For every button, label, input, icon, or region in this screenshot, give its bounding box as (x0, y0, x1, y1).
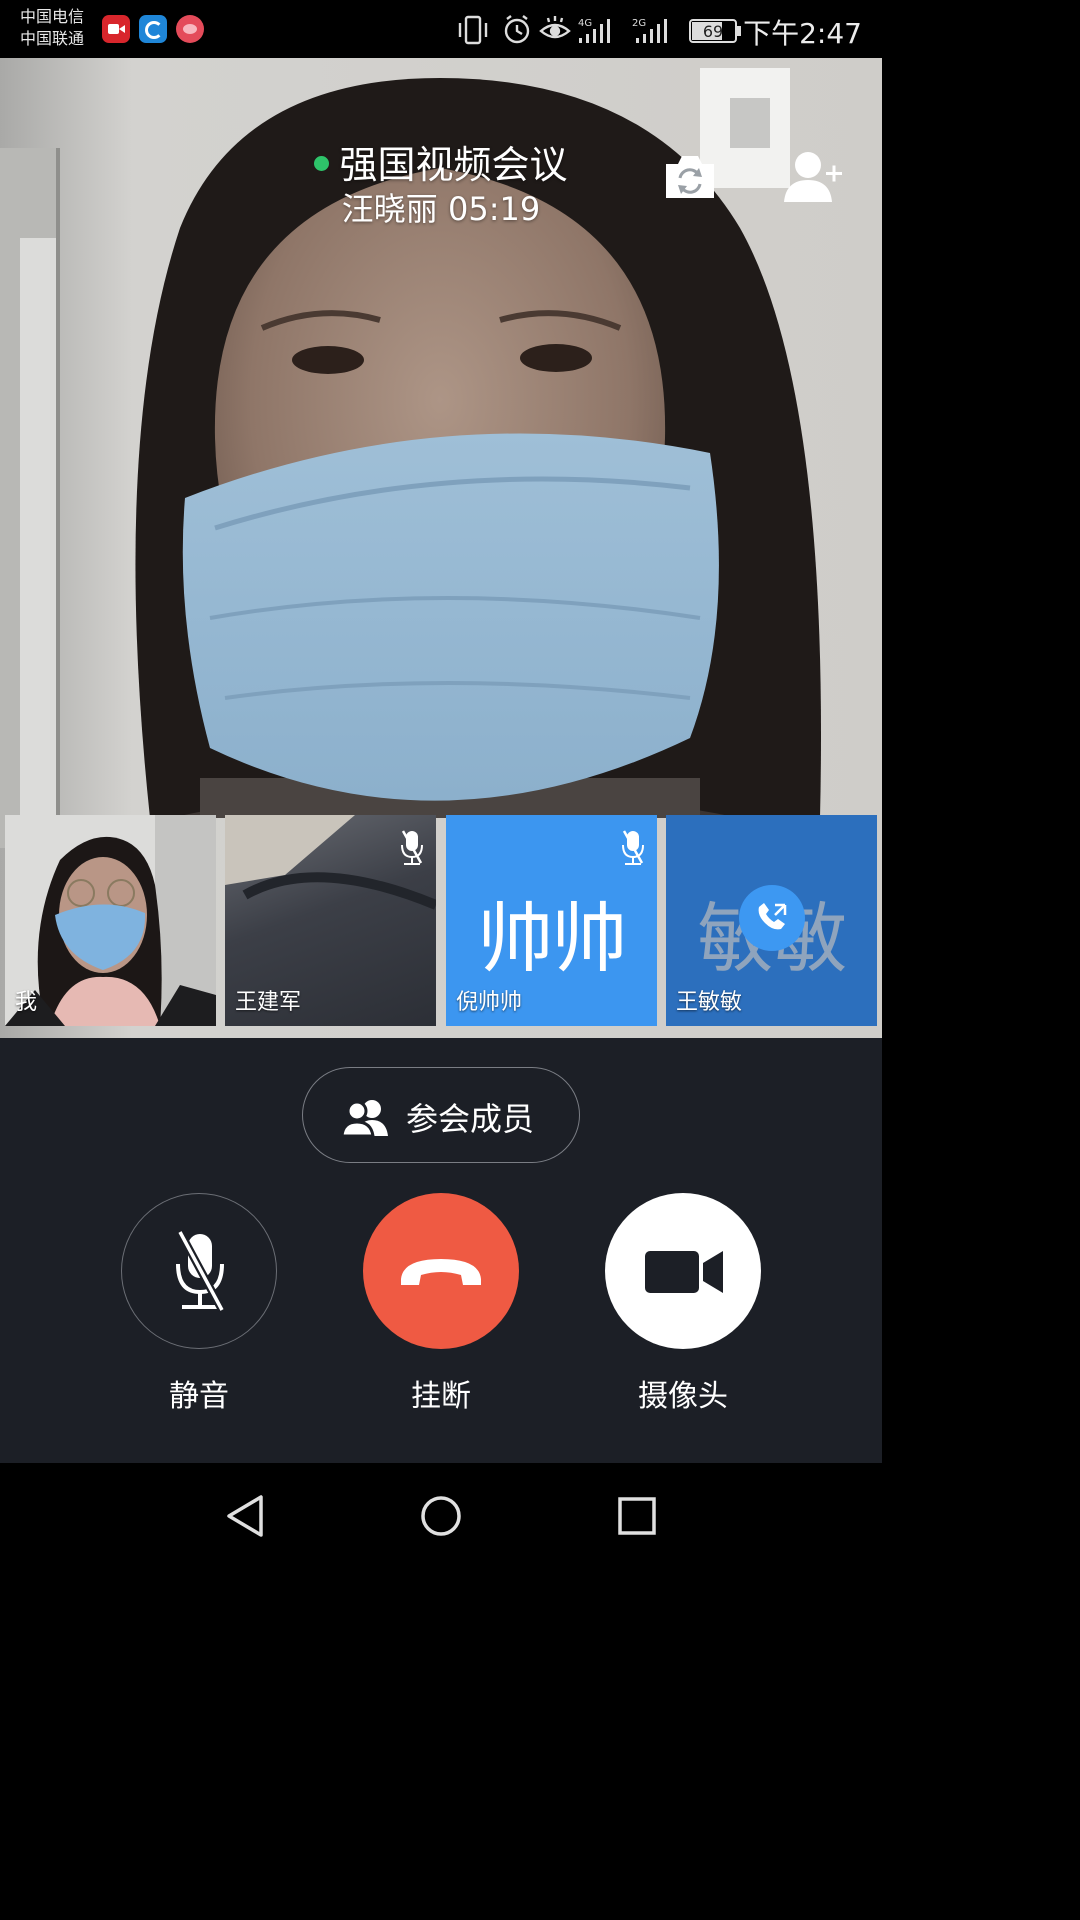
participant-tile-wangjianjun[interactable]: 王建军 (225, 815, 436, 1026)
live-status-dot (314, 156, 330, 171)
recent-apps-icon[interactable] (614, 1493, 660, 1539)
calling-badge (739, 885, 805, 951)
browser-app-icon (139, 15, 167, 43)
calling-phone-icon (758, 903, 787, 930)
svg-text:2G: 2G (632, 18, 646, 29)
mute-button[interactable] (121, 1193, 277, 1349)
vibrate-icon (458, 15, 488, 45)
mute-label: 静音 (169, 1379, 229, 1414)
camera-button[interactable] (605, 1193, 761, 1349)
switch-camera-icon (666, 156, 714, 198)
mic-muted-icon (622, 830, 644, 865)
members-label: 参会成员 (406, 1100, 535, 1138)
pig-app-icon (176, 15, 204, 43)
add-participant-button[interactable] (782, 150, 844, 204)
call-duration: 05:19 (447, 190, 541, 228)
participant-tile-wangminmin[interactable]: 敏敏 王敏敏 (666, 815, 877, 1026)
call-title: 强国视频会议 (339, 143, 568, 187)
participant-name: 我 (15, 990, 38, 1015)
participant-name: 倪帅帅 (456, 990, 523, 1015)
mute-control: 静音 (120, 1193, 278, 1415)
svg-text:4G: 4G (578, 18, 592, 29)
participant-tile-nishuaishuai[interactable]: 帅帅 倪帅帅 (446, 815, 657, 1026)
mic-off-icon (176, 1230, 226, 1312)
eye-comfort-icon (539, 16, 571, 39)
status-bar: 中国电信 中国联通 4G 2G 69 下午2:47 (0, 0, 882, 58)
participant-tile-me[interactable]: 我 (5, 815, 216, 1026)
back-icon[interactable] (223, 1493, 269, 1539)
camera-control: 摄像头 (604, 1193, 762, 1415)
active-speaker-name: 汪晓丽 (341, 190, 438, 228)
home-icon[interactable] (418, 1493, 464, 1539)
call-subtitle: 汪晓丽 05:19 (0, 184, 882, 230)
signal-4g-icon: 4G (578, 18, 610, 43)
battery-icon: 69 (689, 19, 741, 43)
call-controls-panel: 参会成员 静音 挂断 摄像头 (0, 1038, 882, 1463)
video-camera-icon (645, 1251, 723, 1293)
hangup-button[interactable] (363, 1193, 519, 1349)
navigation-bar (0, 1463, 882, 1568)
switch-camera-button[interactable] (662, 150, 718, 202)
hangup-phone-icon (401, 1259, 481, 1285)
alarm-icon (504, 15, 530, 44)
hangup-label: 挂断 (411, 1379, 471, 1414)
participant-name: 王建军 (235, 990, 302, 1015)
participant-name: 王敏敏 (676, 990, 743, 1015)
members-button[interactable]: 参会成员 (302, 1067, 580, 1163)
hangup-control: 挂断 (362, 1193, 520, 1415)
signal-2g-icon: 2G (632, 18, 667, 43)
camera-label: 摄像头 (638, 1379, 728, 1414)
battery-level: 69 (703, 22, 723, 41)
call-header: 强国视频会议 (0, 134, 882, 189)
mic-muted-icon (401, 830, 423, 865)
carrier-1: 中国电信 (20, 7, 85, 26)
add-person-icon (784, 152, 842, 202)
carrier-2: 中国联通 (20, 29, 85, 48)
members-icon (341, 1100, 388, 1136)
carrier-info: 中国电信 中国联通 (20, 6, 84, 50)
system-status-icons: 4G 2G 69 (458, 15, 741, 45)
video-app-icon (102, 15, 130, 43)
participant-avatar-text: 帅帅 (477, 894, 628, 983)
clock: 下午2:47 (743, 17, 862, 50)
